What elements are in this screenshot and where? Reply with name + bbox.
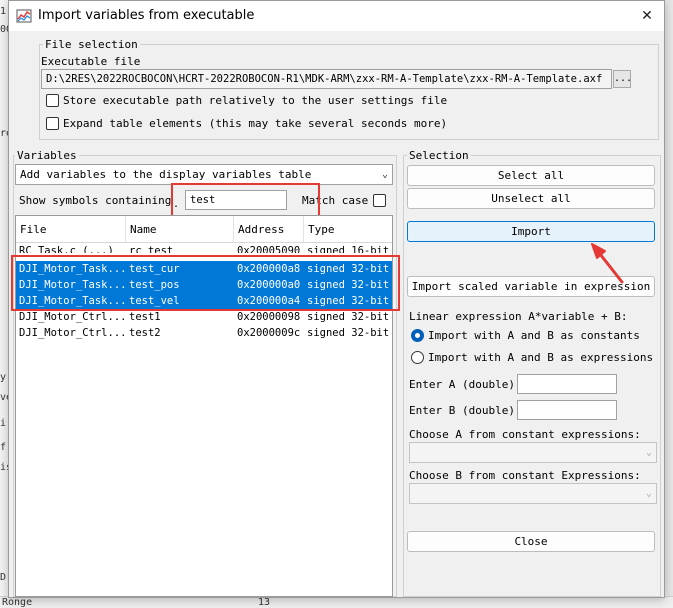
linear-expression-label: Linear expression A*variable + B: — [409, 310, 628, 323]
chevron-down-icon: ⌄ — [645, 488, 652, 499]
search-highlight-box — [171, 183, 320, 217]
cell-address: 0x2000009c — [237, 327, 301, 339]
expand-table-checkbox[interactable]: Expand table elements (this may take sev… — [46, 117, 447, 130]
chevron-down-icon: ⌄ — [645, 447, 652, 458]
executable-path-field[interactable]: D:\2RES\2022ROCBOCON\HCRT-2022ROBOCON-R1… — [41, 69, 612, 89]
app-icon — [16, 9, 32, 23]
column-header-file[interactable]: File — [16, 216, 126, 243]
bg-bottom-label: Ronge — [2, 597, 33, 608]
radio-button-selected[interactable] — [411, 329, 424, 342]
table-row[interactable]: DJI_Motor_Ctrl... test2 0x2000009c signe… — [16, 325, 392, 341]
checkbox-box[interactable] — [46, 117, 59, 130]
table-row[interactable]: DJI_Motor_Ctrl... test1 0x20000098 signe… — [16, 309, 392, 325]
variables-mode-value: Add variables to the display variables t… — [20, 168, 312, 181]
cell-name: rc_test — [129, 245, 174, 253]
store-relative-label: Store executable path relatively to the … — [63, 94, 448, 107]
cell-address: 0x20000098 — [237, 311, 301, 323]
title-bar[interactable]: Import variables from executable ✕ — [9, 1, 664, 31]
cell-file: DJI_Motor_Ctrl... — [19, 327, 126, 339]
bg-fragment: f — [0, 442, 7, 453]
cell-name: test1 — [129, 311, 161, 323]
column-header-address[interactable]: Address — [234, 216, 304, 243]
radio-expressions[interactable]: Import with A and B as expressions — [411, 351, 653, 364]
column-header-type[interactable]: Type — [304, 216, 392, 243]
unselect-all-button[interactable]: Unselect all — [407, 188, 655, 209]
import-scaled-button[interactable]: Import scaled variable in expression — [407, 276, 655, 297]
enter-a-input[interactable] — [517, 374, 617, 394]
cell-type: signed 16-bit — [307, 245, 390, 253]
bg-fragment: D — [0, 572, 7, 583]
chevron-down-icon: ⌄ — [381, 169, 388, 180]
match-case-checkbox[interactable] — [373, 194, 386, 207]
choose-a-label: Choose A from constant expressions: — [409, 428, 641, 441]
bg-fragment: i — [0, 418, 7, 429]
executable-file-label: Executable file — [41, 55, 141, 68]
table-row[interactable]: RC_Task.c (...) rc_test 0x20005090 signe… — [16, 245, 392, 253]
cell-file: DJI_Motor_Ctrl... — [19, 311, 126, 323]
enter-b-input[interactable] — [517, 400, 617, 420]
choose-b-label: Choose B from constant Expressions: — [409, 469, 641, 482]
show-symbols-label: Show symbols containing — [19, 194, 172, 207]
browse-button[interactable]: ... — [613, 70, 632, 88]
cell-address: 0x20005090 — [237, 245, 301, 253]
variables-mode-select[interactable]: Add variables to the display variables t… — [15, 164, 393, 185]
selected-rows-highlight-box — [11, 255, 400, 311]
enter-b-label: Enter B (double): — [409, 404, 522, 417]
table-header: File Name Address Type — [16, 216, 392, 243]
radio-constants-label: Import with A and B as constants — [428, 329, 640, 342]
choose-a-select[interactable]: ⌄ — [409, 442, 657, 463]
expand-table-label: Expand table elements (this may take sev… — [63, 117, 448, 130]
import-variables-dialog: Import variables from executable ✕ File … — [8, 0, 665, 598]
radio-expressions-label: Import with A and B as expressions — [428, 351, 654, 364]
close-icon[interactable]: ✕ — [636, 5, 658, 27]
file-selection-label: File selection — [43, 38, 140, 51]
enter-a-label: Enter A (double): — [409, 378, 522, 391]
import-button[interactable]: Import — [407, 221, 655, 242]
cell-type: signed 32-bit — [307, 327, 390, 339]
bg-fragment: 1 — [0, 6, 7, 17]
radio-constants[interactable]: Import with A and B as constants — [411, 329, 640, 342]
store-relative-checkbox[interactable]: Store executable path relatively to the … — [46, 94, 447, 107]
checkbox-box[interactable] — [46, 94, 59, 107]
select-all-button[interactable]: Select all — [407, 165, 655, 186]
selection-label: Selection — [407, 149, 471, 162]
column-header-name[interactable]: Name — [126, 216, 234, 243]
dialog-title: Import variables from executable — [38, 8, 255, 23]
cell-file: RC_Task.c (...) — [19, 245, 114, 253]
bg-bottom-number: 13 — [258, 597, 271, 608]
cell-type: signed 32-bit — [307, 311, 390, 323]
choose-b-select[interactable]: ⌄ — [409, 483, 657, 504]
close-button[interactable]: Close — [407, 531, 655, 552]
variables-label: Variables — [15, 149, 79, 162]
cell-name: test2 — [129, 327, 161, 339]
radio-button[interactable] — [411, 351, 424, 364]
bg-fragment: y — [0, 372, 7, 383]
